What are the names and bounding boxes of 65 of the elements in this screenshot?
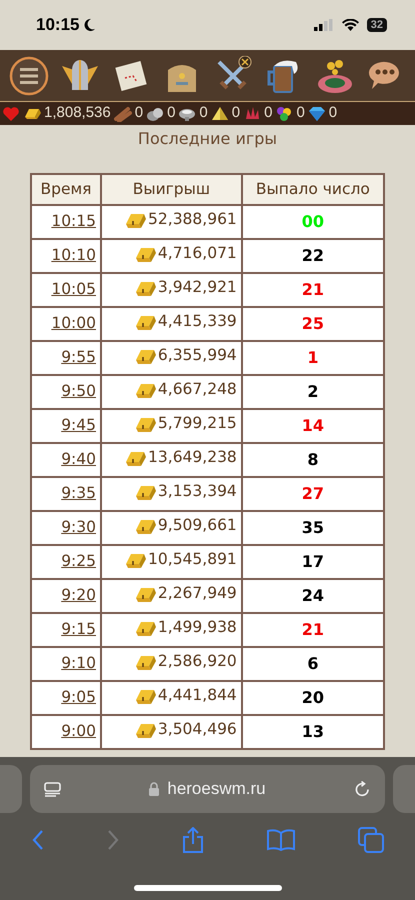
win-amount: 4,716,071 [158,242,237,264]
win-amount: 52,388,961 [148,208,237,230]
tabs-icon[interactable] [358,827,384,853]
rolled-number: 1 [242,341,384,375]
rolled-number: 21 [242,273,384,307]
reader-icon[interactable] [44,782,61,796]
resource-amount: 0 [264,103,272,124]
resource-amount: 0 [167,103,176,124]
column-header: Выигрыш [101,174,242,205]
win-amount: 13,649,238 [148,446,237,468]
win-amount: 2,267,949 [158,582,237,604]
resource-amount: 0 [328,103,338,124]
rolled-number: 20 [242,681,384,715]
rolled-number: 35 [242,511,384,545]
rolled-number: 25 [242,307,384,341]
rolled-number: 21 [242,613,384,647]
win-amount: 3,504,496 [158,718,237,740]
win-amount: 4,667,248 [158,378,237,400]
diamond-icon [308,105,326,122]
moon-icon [83,18,96,32]
menu-icon[interactable] [9,56,50,96]
resource-amount: 0 [296,103,305,124]
gems-icon [275,105,294,122]
rolled-number: 14 [242,409,384,443]
rolled-number: 22 [242,239,384,273]
crystal-icon [243,105,262,122]
resource-amount: 1,808,536 [44,103,111,124]
rolled-number: 24 [242,579,384,613]
win-amount: 5,799,215 [158,412,237,434]
wifi-icon [342,19,359,31]
share-icon[interactable] [182,827,204,853]
rock-icon [146,105,164,122]
win-amount: 3,153,394 [158,480,237,502]
column-header: Выпало число [242,174,384,205]
rolled-number: 00 [242,205,384,239]
pyramid-icon [210,105,229,122]
rolled-number: 27 [242,477,384,511]
resource-amount: 0 [134,103,144,124]
rolled-number: 6 [242,647,384,681]
battery-indicator: 32 [366,18,387,32]
rolled-number: 2 [242,375,384,409]
reload-icon[interactable] [354,780,371,798]
back-icon[interactable] [32,829,44,851]
lock-icon [149,782,160,796]
address-bar[interactable]: heroeswm.ru [30,765,385,813]
rolled-number: 17 [242,545,384,579]
column-header: Время [31,174,101,205]
rolled-number: 13 [242,715,384,749]
win-amount: 9,509,661 [158,514,237,536]
win-amount: 4,415,339 [158,310,237,332]
bookmarks-icon[interactable] [266,829,294,851]
resource-amount: 0 [232,103,240,124]
win-amount: 6,355,994 [158,344,237,366]
resource-amount: 0 [199,103,208,124]
rolled-number: 8 [242,443,384,477]
signal-icon [314,19,334,31]
win-amount: 4,441,844 [158,684,237,706]
win-amount: 2,586,920 [158,650,237,672]
logs-icon [114,105,132,122]
win-amount: 10,545,891 [148,548,237,570]
heart-icon [2,106,20,122]
win-amount: 3,942,921 [158,276,237,298]
win-amount: 1,499,938 [158,616,237,638]
clock-time: 10:15 [36,14,80,36]
page-title: Последние игры [136,128,278,150]
